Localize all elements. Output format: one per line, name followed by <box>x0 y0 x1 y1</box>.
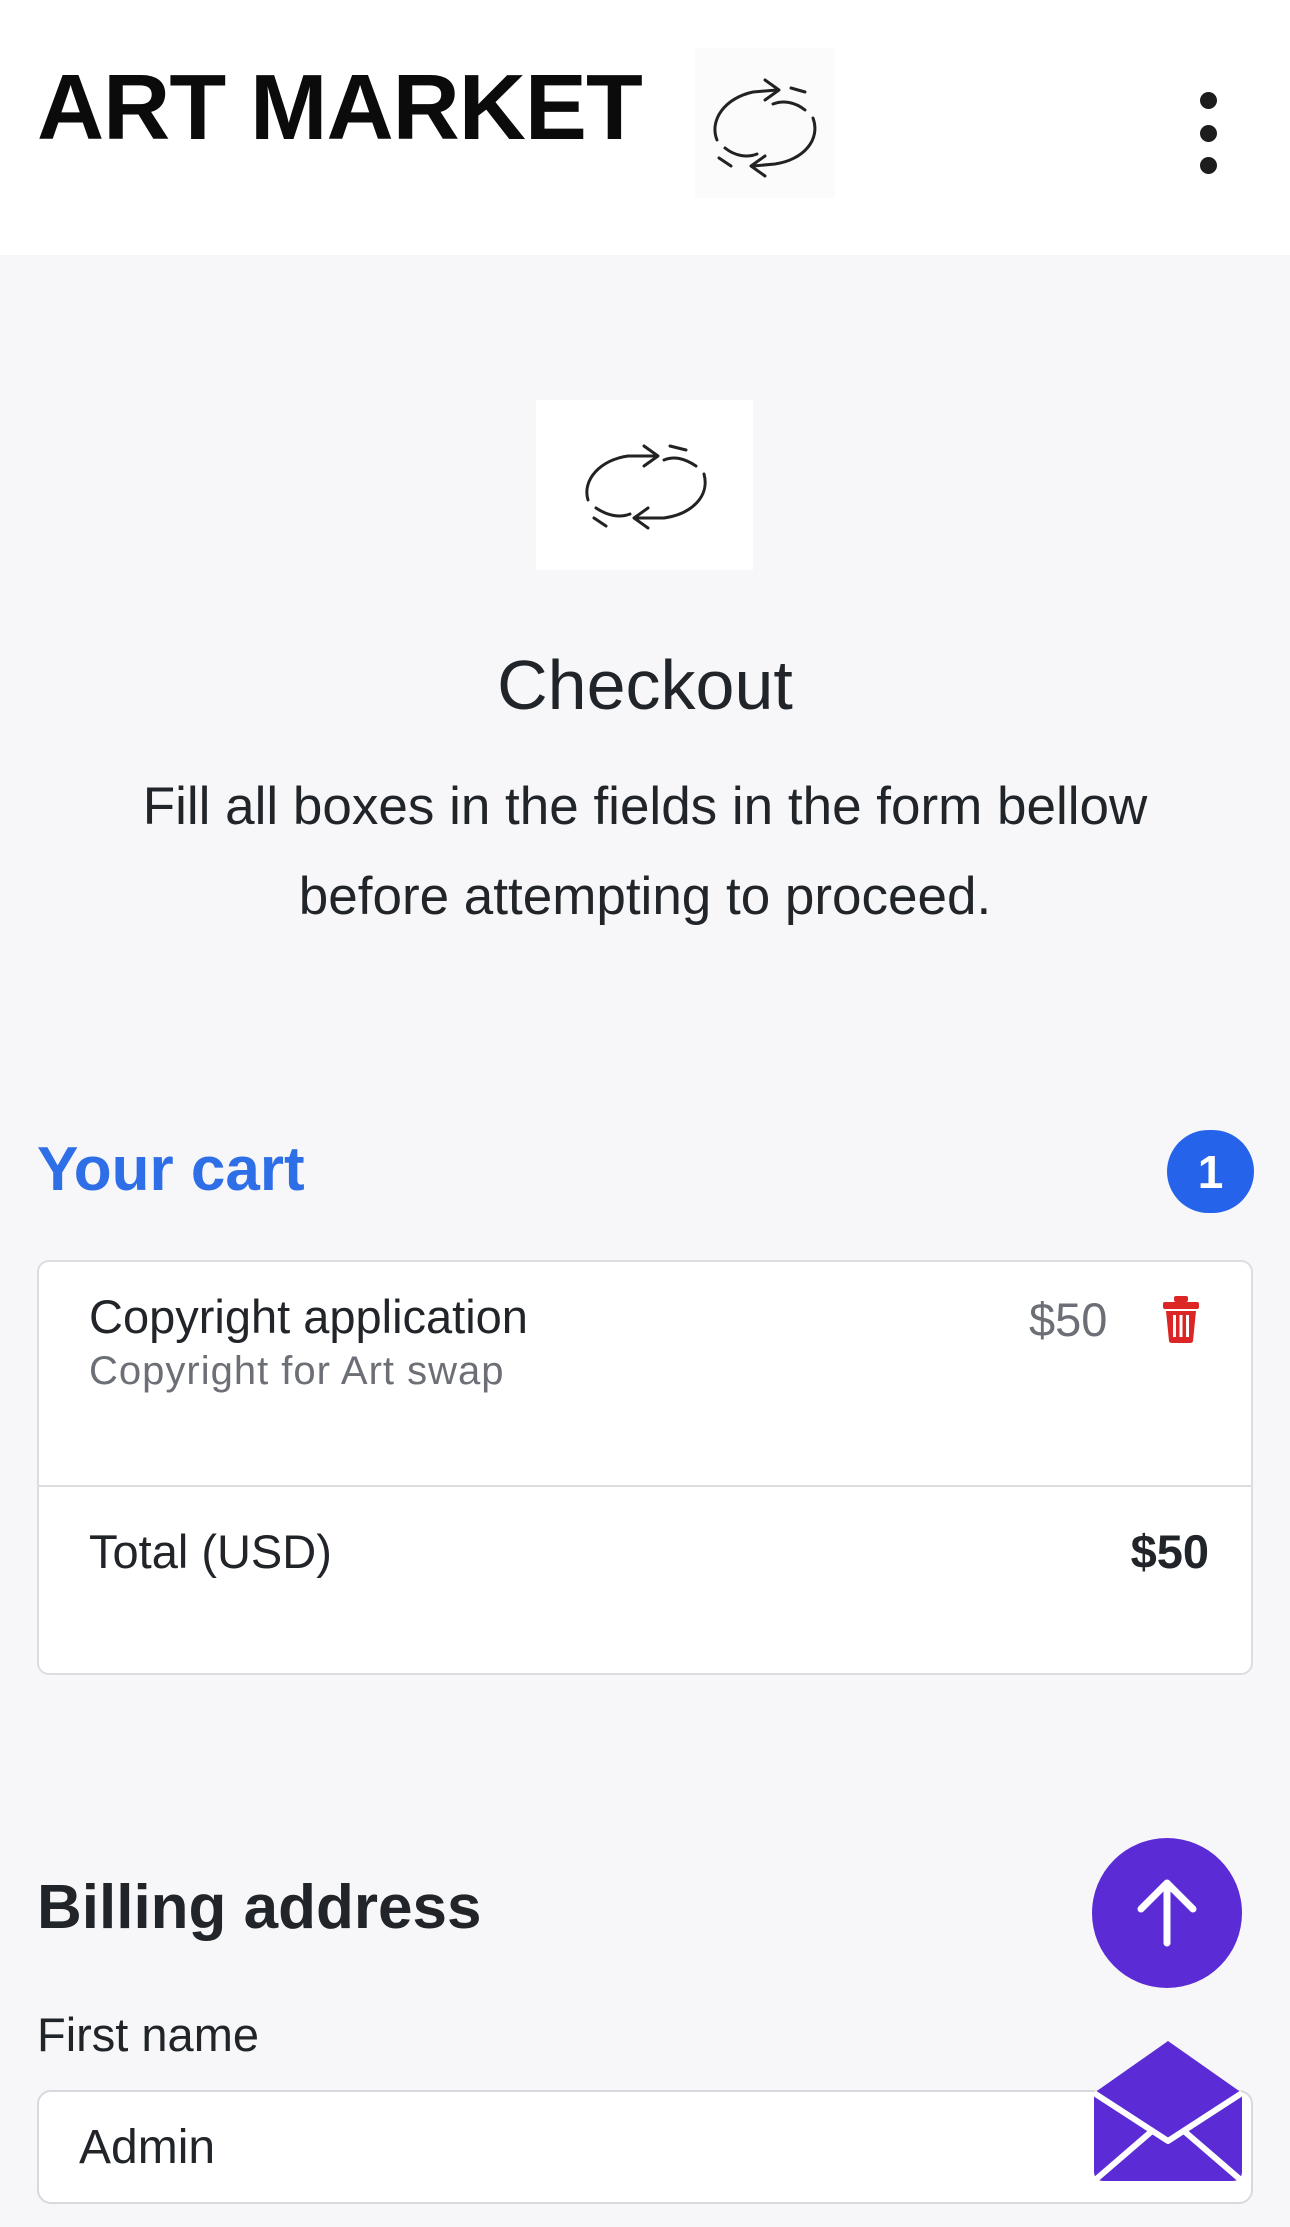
billing-section-title: Billing address <box>37 1873 482 1942</box>
cart-item-price: $50 <box>1029 1293 1108 1346</box>
trash-icon[interactable] <box>1161 1294 1201 1344</box>
envelope-icon[interactable] <box>1090 2035 1246 2185</box>
cart-item-name: Copyright application <box>89 1290 528 1343</box>
cart-list: Copyright application Copyright for Art … <box>37 1260 1253 1675</box>
first-name-label: First name <box>37 2008 259 2061</box>
top-navbar: ART MARKET <box>0 0 1290 255</box>
more-vertical-icon[interactable] <box>1172 88 1244 178</box>
page-subtitle: Fill all boxes in the fields in the form… <box>142 777 1148 926</box>
arrow-up-icon <box>1137 1879 1197 1947</box>
circular-arrows-swap-icon[interactable] <box>695 48 835 198</box>
cart-title: Your cart <box>37 1135 305 1204</box>
cart-item: Copyright application Copyright for Art … <box>39 1262 1251 1487</box>
cart-total-label: Total (USD) <box>89 1525 332 1578</box>
brand-title[interactable]: ART MARKET <box>37 52 643 162</box>
cart-total-value: $50 <box>1130 1525 1209 1578</box>
first-name-input[interactable] <box>37 2090 1253 2204</box>
cart-count-badge: 1 <box>1167 1130 1254 1213</box>
scroll-to-top-button[interactable] <box>1092 1838 1242 1988</box>
circular-arrows-swap-icon <box>536 400 753 570</box>
page-title: Checkout <box>497 646 793 724</box>
cart-item-description: Copyright for Art swap <box>89 1349 505 1393</box>
